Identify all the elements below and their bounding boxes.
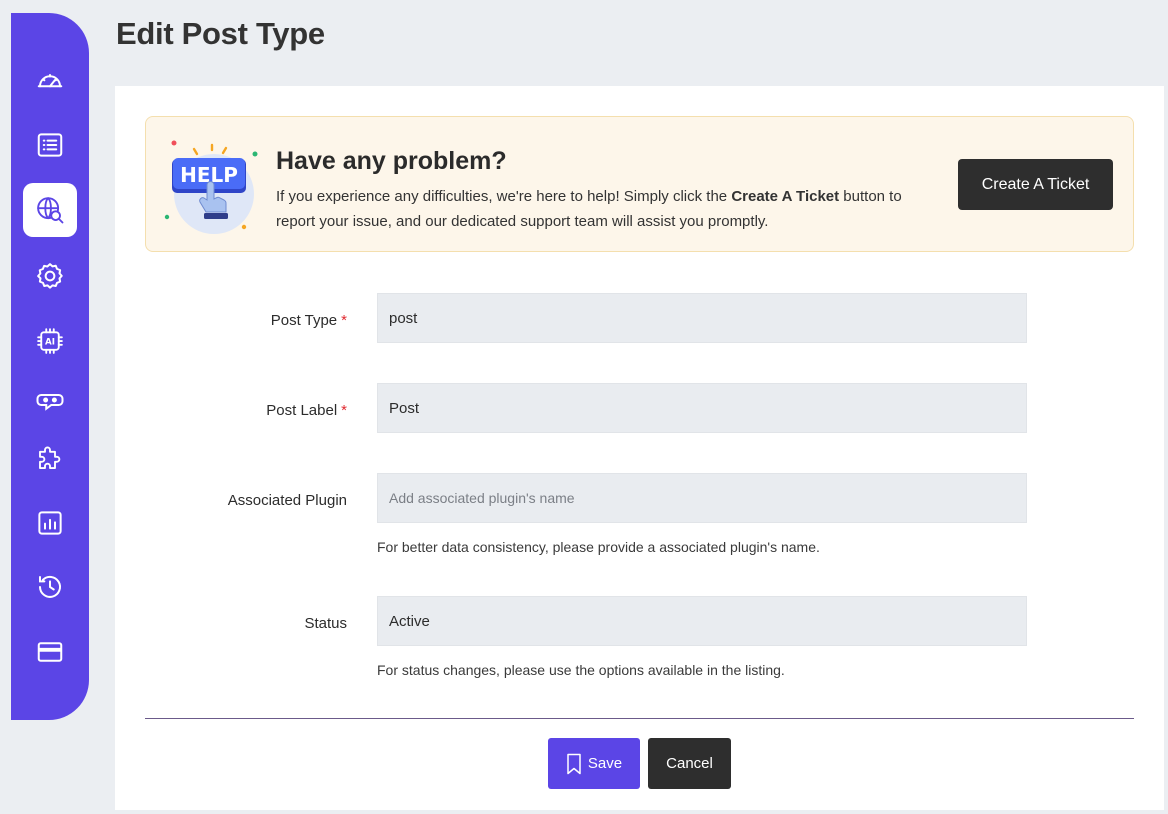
sidebar-item-reports[interactable]: [23, 496, 77, 550]
sidebar-item-globe-search[interactable]: [23, 183, 77, 237]
sidebar-item-ai[interactable]: AI: [23, 314, 77, 368]
save-button[interactable]: Save: [548, 738, 640, 789]
help-title: Have any problem?: [276, 147, 507, 175]
sidebar-item-billing[interactable]: [23, 625, 77, 679]
sidebar-item-bot[interactable]: [23, 373, 77, 427]
sidebar-item-settings[interactable]: [23, 249, 77, 303]
post-label-label: Post Label *: [266, 402, 347, 419]
sidebar-item-history[interactable]: [23, 560, 77, 614]
ai-chip-icon: AI: [37, 328, 63, 354]
status-label: Status: [304, 615, 347, 632]
create-ticket-button[interactable]: Create A Ticket: [958, 159, 1113, 210]
sidebar: AI: [11, 13, 89, 720]
sidebar-item-plugins[interactable]: [23, 431, 77, 485]
associated-plugin-label: Associated Plugin: [227, 492, 347, 509]
cancel-button[interactable]: Cancel: [648, 738, 731, 789]
associated-plugin-hint: For better data consistency, please prov…: [377, 539, 820, 555]
sidebar-item-dashboard[interactable]: [23, 53, 77, 107]
list-icon: [37, 133, 63, 157]
status-field[interactable]: Active: [377, 596, 1027, 646]
status-hint: For status changes, please use the optio…: [377, 662, 785, 678]
card-icon: [37, 642, 63, 662]
dashboard-gauge-icon: [37, 74, 63, 88]
edit-post-type-card: HELP Have any problem? If you experience…: [115, 86, 1164, 810]
history-icon: [39, 575, 61, 598]
help-banner: HELP Have any problem? If you experience…: [145, 116, 1134, 252]
page-title: Edit Post Type: [116, 16, 325, 51]
save-button-label: Save: [587, 755, 623, 772]
post-label-input[interactable]: Post: [377, 383, 1027, 433]
sidebar-item-list[interactable]: [23, 118, 77, 172]
bar-chart-icon: [38, 511, 62, 535]
bot-icon: [36, 394, 64, 411]
gear-icon: [37, 263, 63, 289]
help-illustration-icon: HELP: [164, 140, 258, 234]
post-type-label: Post Type *: [270, 312, 347, 329]
bookmark-icon: [567, 753, 581, 774]
svg-text:AI: AI: [45, 337, 55, 347]
globe-search-icon: [37, 197, 64, 224]
post-type-input[interactable]: post: [377, 293, 1027, 343]
form-divider: [145, 718, 1134, 719]
associated-plugin-input[interactable]: Add associated plugin's name: [377, 473, 1027, 523]
puzzle-icon: [39, 446, 61, 469]
help-description: If you experience any difficulties, we'r…: [276, 188, 902, 230]
